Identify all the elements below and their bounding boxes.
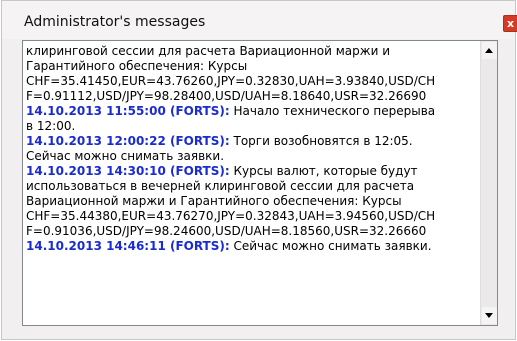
close-button[interactable]: x [503,15,517,32]
message-line: в 12:00. [26,119,478,134]
message-line: CHF=35.44380,EUR=43.76270,JPY=0.32843,UA… [26,209,478,224]
message-line: использоваться в вечерней клиринговой се… [26,179,478,194]
messages-text-area[interactable]: клиринговой сессии для расчета Вариацион… [26,44,478,322]
messages-pane: клиринговой сессии для расчета Вариацион… [22,40,498,326]
message-text: в 12:00. [26,119,76,133]
message-line: 14.10.2013 11:55:00 (FORTS): Начало техн… [26,104,478,119]
scroll-down-button[interactable] [482,307,497,324]
message-line: CHF=35.41450,EUR=43.76260,JPY=0.32830,UA… [26,74,478,89]
message-line: Вариационной маржи и Гарантийного обеспе… [26,194,478,209]
message-text: Начало технического перерыва [229,104,436,118]
message-text: Сейчас можно снимать заявки. [26,149,225,163]
message-timestamp: 14.10.2013 14:46:11 (FORTS): [26,239,230,253]
message-text: Курсы валют, которые будут [229,164,418,178]
message-line: 14.10.2013 14:30:10 (FORTS): Курсы валют… [26,164,478,179]
arrow-down-icon [485,313,493,318]
message-text: использоваться в вечерней клиринговой се… [26,179,415,193]
message-text: CHF=35.41450,EUR=43.76260,JPY=0.32830,UA… [26,74,436,88]
title-bar[interactable]: Administrator's messages x [2,1,517,39]
message-text: Вариационной маржи и Гарантийного обеспе… [26,194,402,208]
arrow-up-icon [485,48,493,53]
message-text: F=0.91112,USD/JPY=98.28400,USD/UAH=8.186… [26,89,427,103]
message-line: F=0.91036,USD/JPY=98.24600,USD/UAH=8.185… [26,224,478,239]
message-line: 14.10.2013 14:46:11 (FORTS): Сейчас можн… [26,239,478,254]
close-icon: x [506,17,515,30]
message-text: Гарантийного обеспечения: Курсы [26,59,248,73]
vertical-scrollbar[interactable] [480,41,497,325]
message-text: CHF=35.44380,EUR=43.76270,JPY=0.32843,UA… [26,209,436,223]
message-line: клиринговой сессии для расчета Вариацион… [26,44,478,59]
message-line: F=0.91112,USD/JPY=98.28400,USD/UAH=8.186… [26,89,478,104]
message-timestamp: 14.10.2013 11:55:00 (FORTS): [26,104,230,118]
window-title: Administrator's messages [24,14,206,30]
message-line: Сейчас можно снимать заявки. [26,149,478,164]
messages-window: Administrator's messages x клиринговой с… [1,0,517,340]
message-line: Гарантийного обеспечения: Курсы [26,59,478,74]
message-timestamp: 14.10.2013 14:30:10 (FORTS): [26,164,230,178]
message-text: Торги возобновятся в 12:05. [229,134,413,148]
message-line: 14.10.2013 12:00:22 (FORTS): Торги возоб… [26,134,478,149]
scroll-up-button[interactable] [482,42,497,59]
message-timestamp: 14.10.2013 12:00:22 (FORTS): [26,134,230,148]
message-text: клиринговой сессии для расчета Вариацион… [26,44,390,58]
message-text: Сейчас можно снимать заявки. [229,239,432,253]
message-text: F=0.91036,USD/JPY=98.24600,USD/UAH=8.185… [26,224,427,238]
